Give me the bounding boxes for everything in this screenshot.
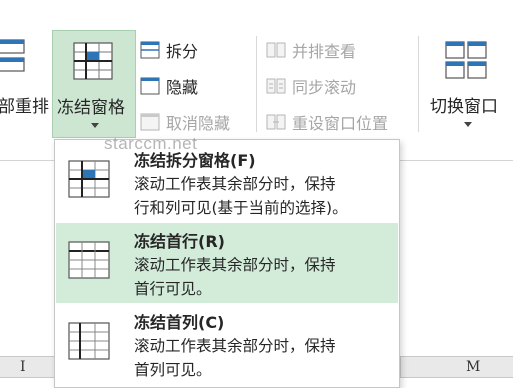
switch-windows-label: 切换窗口	[430, 97, 498, 117]
freeze-first-column-icon	[68, 322, 110, 360]
chevron-down-icon	[464, 122, 472, 127]
freeze-panes-icon	[73, 42, 113, 80]
switch-windows-button[interactable]: 切换窗口	[424, 30, 510, 138]
unhide-window-icon	[140, 112, 160, 132]
menu-item-title: 冻结首列(C)	[134, 313, 225, 332]
view-side-by-side-button[interactable]: 并排查看	[266, 38, 356, 62]
reset-position-label: 重设窗口位置	[292, 114, 389, 133]
menu-item-title: 冻结首行(R)	[134, 232, 225, 251]
side-by-side-label: 并排查看	[292, 42, 357, 61]
menu-item-freeze-top-row[interactable]: 冻结首行(R) 滚动工作表其余部分时，保持 首行可见。	[56, 223, 398, 303]
side-by-side-icon	[266, 40, 286, 60]
arrange-all-label: 部重排	[0, 97, 49, 117]
menu-item-freeze-panes[interactable]: 冻结拆分窗格(F) 滚动工作表其余部分时，保持 行和列可见(基于当前的选择)。	[56, 142, 398, 222]
split-icon	[140, 40, 160, 60]
freeze-panes-label: 冻结窗格	[57, 98, 125, 118]
freeze-panes-icon	[68, 160, 110, 198]
ribbon-view-tab: 部重排 冻结窗格 拆分 隐藏 取消隐藏 并排查看 同步滚动 重设窗口位置 切换窗…	[0, 0, 513, 141]
arrange-all-button[interactable]: 部重排	[0, 30, 50, 138]
menu-item-description: 行和列可见(基于当前的选择)。	[134, 199, 348, 217]
freeze-panes-menu: 冻结拆分窗格(F) 滚动工作表其余部分时，保持 行和列可见(基于当前的选择)。 …	[54, 139, 400, 388]
ribbon-separator	[256, 36, 257, 132]
column-header-m[interactable]: M	[466, 359, 480, 375]
menu-item-description: 滚动工作表其余部分时，保持	[134, 256, 336, 274]
menu-item-description: 滚动工作表其余部分时，保持	[134, 175, 336, 193]
unhide-button[interactable]: 取消隐藏	[140, 110, 230, 134]
watermark-text: starccm.net	[104, 134, 198, 153]
menu-item-description: 首行可见。	[134, 280, 212, 298]
arrange-all-icon	[0, 39, 25, 72]
hide-label: 隐藏	[166, 78, 199, 97]
hide-button[interactable]: 隐藏	[140, 74, 198, 98]
ribbon-separator	[418, 36, 419, 132]
hide-window-icon	[140, 76, 160, 96]
split-button[interactable]: 拆分	[140, 38, 198, 62]
freeze-panes-button[interactable]: 冻结窗格	[52, 30, 136, 138]
menu-item-description: 首列可见。	[134, 361, 212, 379]
switch-windows-icon	[445, 41, 487, 79]
sync-scroll-icon	[266, 76, 286, 96]
sync-scroll-label: 同步滚动	[292, 78, 357, 97]
menu-item-description: 滚动工作表其余部分时，保持	[134, 337, 336, 355]
synchronous-scrolling-button[interactable]: 同步滚动	[266, 74, 356, 98]
column-header-i[interactable]: I	[20, 359, 26, 375]
unhide-label: 取消隐藏	[166, 114, 231, 133]
freeze-top-row-icon	[68, 241, 110, 279]
menu-item-freeze-first-column[interactable]: 冻结首列(C) 滚动工作表其余部分时，保持 首列可见。	[56, 304, 398, 384]
chevron-down-icon	[91, 123, 99, 128]
reset-position-icon	[266, 112, 286, 132]
split-label: 拆分	[166, 42, 199, 61]
reset-window-position-button[interactable]: 重设窗口位置	[266, 110, 388, 134]
column-divider	[400, 356, 401, 378]
